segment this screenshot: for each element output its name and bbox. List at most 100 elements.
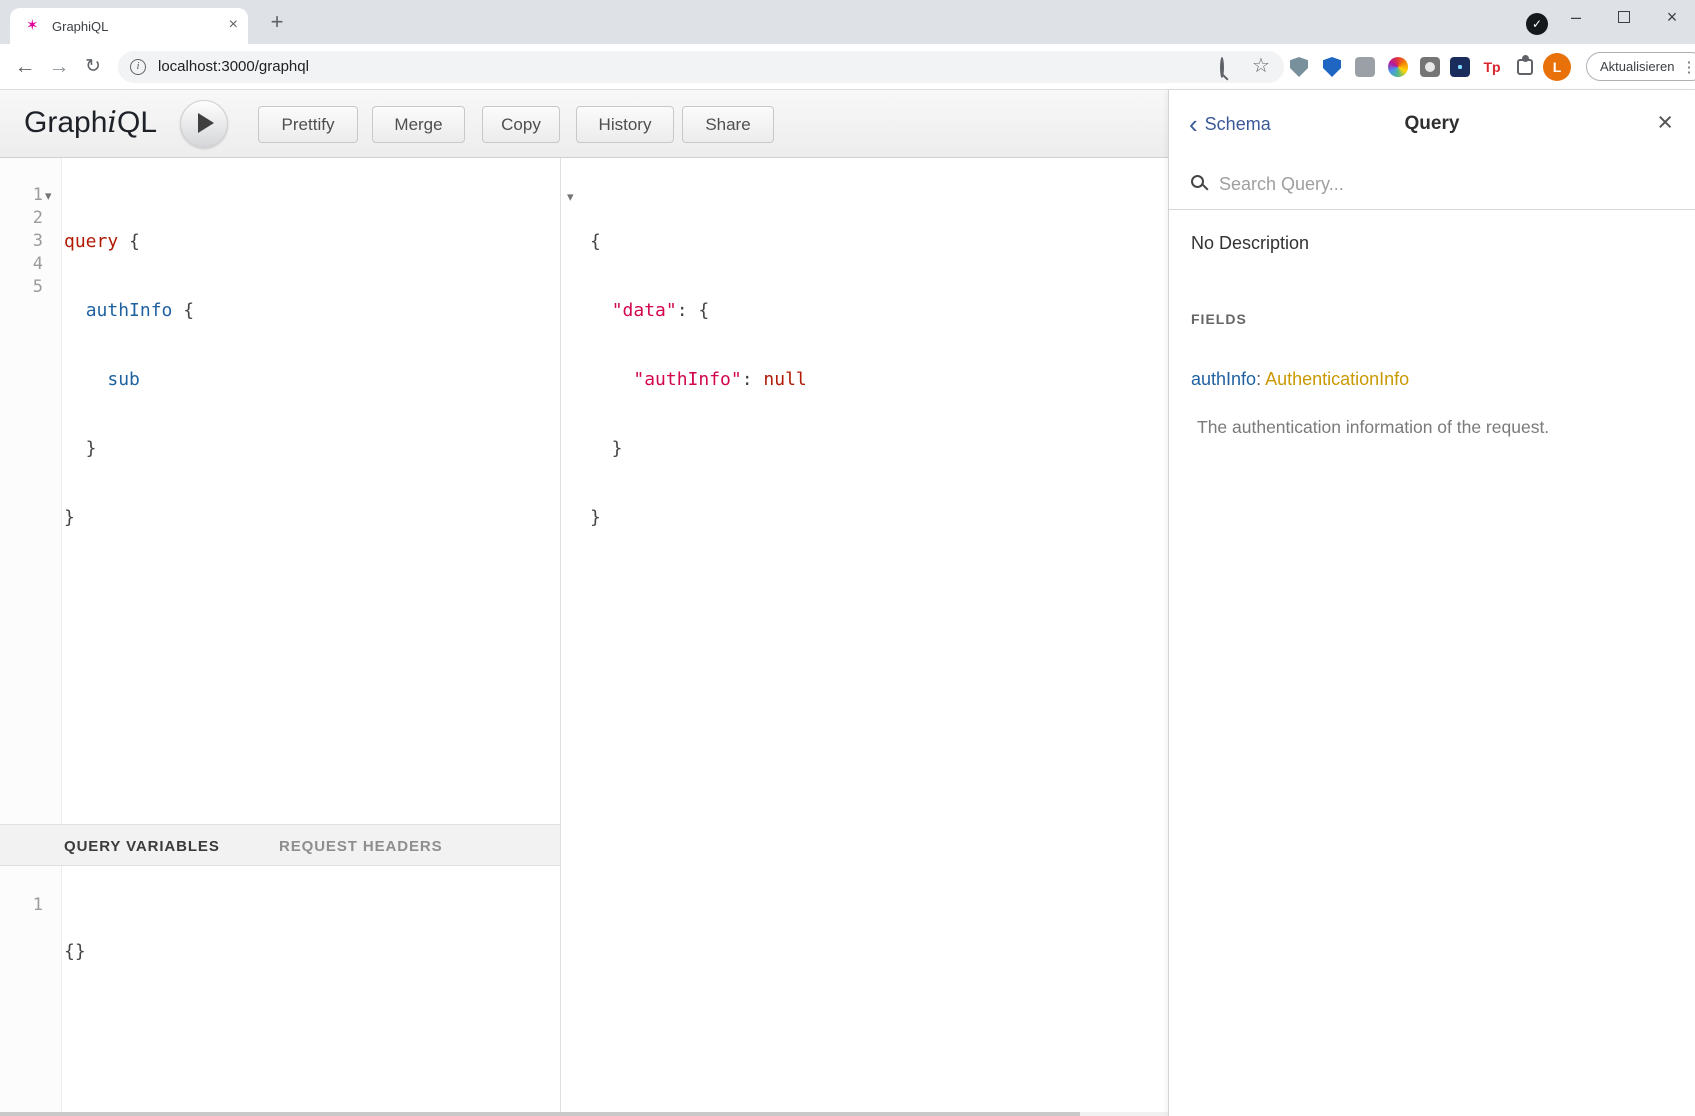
code-line: sub [64,368,194,391]
browser-update-icon[interactable]: ✓ [1526,13,1548,35]
doc-field-row: authInfo: AuthenticationInfo [1191,369,1409,390]
doc-field-separator: : [1256,369,1265,389]
token-punct: {} [64,941,86,962]
browser-window: ✶ GraphiQL × + ✓ – × ← → ↻ i localhost:3… [0,0,1695,1116]
dark-grid-extension-icon[interactable] [1450,57,1470,77]
play-icon [198,113,214,133]
maximize-box-icon [1618,11,1630,23]
token-punct: } [64,438,97,459]
page-info-icon[interactable]: i [130,59,146,75]
camera-extension-icon[interactable] [1420,57,1440,77]
magnifier-glyph [1220,57,1224,78]
doc-explorer-panel: ‹ Schema Query × No Description FIELDS a… [1168,90,1695,1116]
code-line: "authInfo": null [590,368,807,391]
merge-button[interactable]: Merge [372,106,465,143]
token-punct: { [172,300,194,321]
tab-query-variables[interactable]: QUERY VARIABLES [64,838,220,855]
doc-no-description: No Description [1191,233,1309,254]
color-wheel-extension-icon[interactable] [1388,57,1408,77]
line-number: 4 [0,253,43,276]
token-null: null [763,369,806,390]
logo-graph: Graph [24,106,107,139]
token-indent [64,300,86,321]
menu-dots-icon: ⋮ [1681,58,1695,76]
doc-field-description: The authentication information of the re… [1197,417,1549,438]
history-button[interactable]: History [576,106,674,143]
tab-request-headers[interactable]: REQUEST HEADERS [279,838,443,855]
browser-update-menu-button[interactable]: Aktualisieren ⋮ [1586,52,1695,81]
url-text: localhost:3000/graphql [158,58,309,75]
doc-search-input[interactable] [1219,170,1659,198]
doc-field-type-link[interactable]: AuthenticationInfo [1265,369,1409,389]
address-bar[interactable]: i localhost:3000/graphql ☆ [118,51,1284,83]
browser-tab[interactable]: ✶ GraphiQL × [10,8,248,44]
graphql-favicon-icon: ✶ [26,17,39,35]
token-punct: } [590,507,601,528]
window-minimize-button[interactable]: – [1553,0,1599,34]
variables-line-number-gutter: 1 [0,866,62,1112]
gray-extension-icon[interactable] [1355,57,1375,77]
new-tab-button[interactable]: + [262,8,292,38]
token-key: "authInfo" [633,369,741,390]
tp-extension-icon[interactable]: Tp [1482,57,1502,77]
result-fold-arrow-icon[interactable]: ▾ [567,185,574,208]
blue-shield-extension-icon[interactable] [1323,57,1343,77]
query-editor[interactable]: query { authInfo { sub } } [64,184,194,575]
token-field: sub [107,369,140,390]
extensions-puzzle-icon[interactable] [1515,57,1535,77]
update-check-glyph: ✓ [1532,17,1542,31]
line-number: 5 [0,276,43,299]
line-number: 1 [0,184,43,207]
shield-extension-icon[interactable] [1290,57,1310,77]
token-key: "data" [612,300,677,321]
browser-navbar: ← → ↻ i localhost:3000/graphql ☆ Tp L Ak… [0,44,1695,90]
prettify-button[interactable]: Prettify [258,106,358,143]
logo-i: i [107,105,117,140]
window-close-button[interactable]: × [1649,0,1695,34]
token-field: authInfo [86,300,173,321]
execute-query-button[interactable] [180,100,228,148]
update-label: Aktualisieren [1600,59,1674,74]
search-icon [1191,175,1204,188]
pane-divider[interactable] [560,158,561,1112]
doc-close-icon[interactable]: × [1657,90,1673,158]
code-line: {} [64,940,107,963]
graphiql-logo: GraphiQL [24,105,157,140]
variables-editor[interactable]: {} [64,894,107,1009]
code-line: { [590,230,807,253]
token-punct: } [64,507,75,528]
doc-fields-heading: FIELDS [1191,311,1247,327]
profile-avatar[interactable]: L [1543,53,1571,81]
token-indent [590,300,612,321]
code-line: } [64,437,194,460]
tab-close-icon[interactable]: × [229,16,238,34]
code-line: "data": { [590,299,807,322]
token-punct: { [590,231,601,252]
horizontal-scrollbar[interactable] [0,1112,1168,1116]
doc-field-name-link[interactable]: authInfo [1191,369,1256,389]
token-punct: : [677,300,699,321]
scrollbar-thumb[interactable] [0,1112,1080,1116]
forward-button[interactable]: → [42,44,76,89]
code-line: query { [64,230,194,253]
fold-arrow-icon[interactable]: ▾ [45,184,52,207]
line-number: 2 [0,207,43,230]
reload-button[interactable]: ↻ [76,44,110,89]
window-maximize-button[interactable] [1601,0,1647,34]
token-punct: { [118,231,140,252]
back-button[interactable]: ← [8,44,42,89]
line-number: 1 [0,894,43,917]
tab-strip: ✶ GraphiQL × + ✓ – × [0,0,1695,44]
token-indent [64,369,107,390]
doc-title: Query [1169,90,1695,158]
doc-search-row [1169,158,1695,210]
logo-ql: QL [117,106,157,139]
variable-editor-title-bar: QUERY VARIABLES REQUEST HEADERS [0,824,560,866]
copy-button[interactable]: Copy [482,106,560,143]
share-button[interactable]: Share [682,106,774,143]
tab-title: GraphiQL [52,19,108,34]
bookmark-star-icon[interactable]: ☆ [1252,53,1270,78]
zoom-icon[interactable] [1220,59,1224,77]
token-punct: } [590,438,623,459]
code-line: } [64,506,194,529]
